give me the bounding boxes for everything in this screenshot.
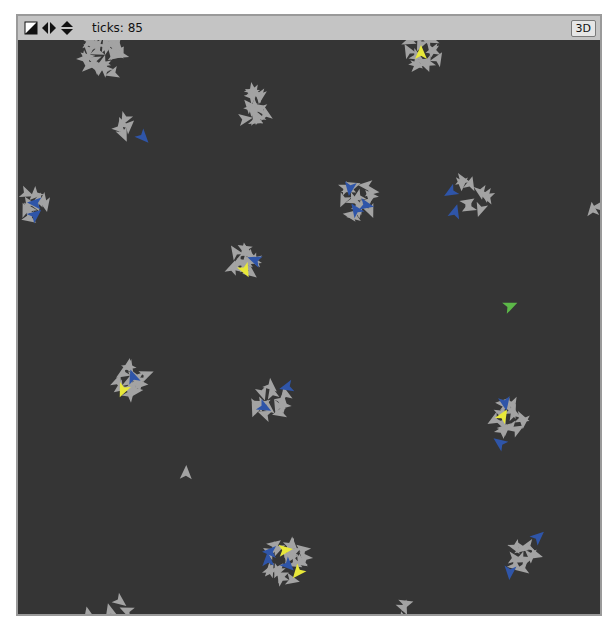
turtle bbox=[138, 366, 155, 382]
turtle bbox=[262, 378, 280, 396]
turtle bbox=[102, 602, 117, 614]
turtle bbox=[479, 188, 493, 204]
turtle bbox=[237, 262, 254, 280]
turtle bbox=[244, 87, 262, 105]
turtle bbox=[271, 406, 287, 421]
turtle bbox=[238, 112, 254, 126]
turtle bbox=[525, 549, 537, 563]
view-window: ticks: 85 3D bbox=[16, 14, 602, 616]
turtle bbox=[27, 205, 45, 223]
turtle bbox=[511, 551, 529, 568]
turtle bbox=[514, 562, 530, 576]
turtle bbox=[180, 465, 193, 479]
turtle bbox=[346, 200, 364, 218]
turtle bbox=[293, 540, 311, 558]
turtle bbox=[530, 527, 548, 545]
turtle bbox=[415, 45, 427, 59]
color-toggle-icon[interactable] bbox=[24, 21, 38, 35]
view-toolbar: ticks: 85 3D bbox=[18, 16, 600, 40]
turtle bbox=[125, 367, 141, 384]
turtle bbox=[343, 181, 357, 197]
turtle bbox=[396, 600, 413, 614]
3d-button[interactable]: 3D bbox=[571, 20, 596, 37]
turtle bbox=[110, 372, 126, 389]
turtle bbox=[455, 173, 471, 188]
turtle bbox=[226, 242, 244, 260]
turtle bbox=[248, 113, 265, 129]
ticks-label: ticks: 85 bbox=[92, 21, 567, 35]
turtle bbox=[498, 396, 512, 412]
vertical-arrows-icon[interactable] bbox=[60, 20, 74, 36]
turtle bbox=[357, 179, 372, 192]
turtle bbox=[81, 605, 96, 614]
turtle bbox=[262, 546, 276, 558]
turtle bbox=[586, 201, 600, 216]
turtle bbox=[247, 402, 263, 419]
turtle bbox=[341, 181, 359, 198]
turtle bbox=[359, 198, 375, 213]
turtle bbox=[135, 129, 153, 147]
turtle bbox=[494, 421, 512, 439]
turtle bbox=[490, 433, 508, 451]
turtle bbox=[517, 415, 530, 430]
turtle bbox=[503, 565, 516, 580]
turtle bbox=[502, 297, 520, 314]
turtle bbox=[441, 184, 459, 201]
turtle bbox=[256, 399, 274, 416]
turtle bbox=[448, 203, 463, 220]
turtle bbox=[459, 194, 477, 212]
turtle bbox=[424, 43, 441, 58]
turtle bbox=[278, 543, 293, 557]
turtle bbox=[111, 40, 124, 52]
world-view[interactable] bbox=[18, 40, 600, 614]
horizontal-arrows-icon[interactable] bbox=[41, 21, 57, 35]
turtle bbox=[83, 40, 101, 51]
turtle bbox=[112, 593, 130, 611]
turtle bbox=[292, 554, 310, 570]
turtle bbox=[425, 43, 439, 59]
turtle bbox=[116, 127, 133, 145]
turtle bbox=[114, 115, 131, 133]
turtle bbox=[495, 406, 513, 424]
turtle bbox=[278, 380, 295, 395]
turtle bbox=[114, 382, 131, 400]
turtle bbox=[27, 196, 42, 209]
turtle bbox=[245, 252, 262, 268]
turtle bbox=[396, 613, 414, 614]
turtle bbox=[280, 557, 298, 575]
